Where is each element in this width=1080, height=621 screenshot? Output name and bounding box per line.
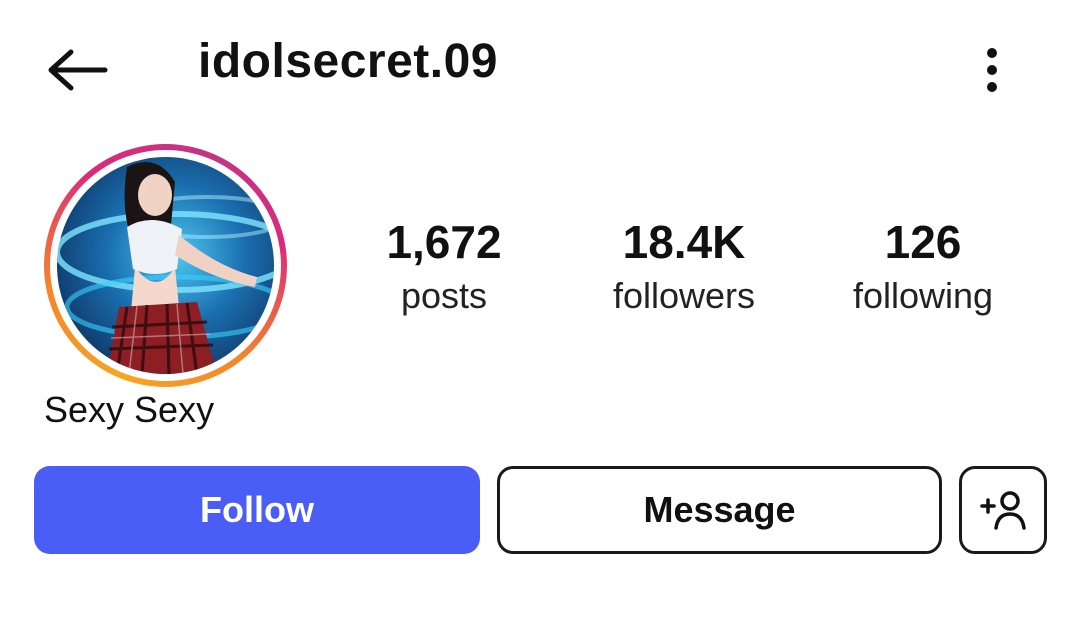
follow-button[interactable]: Follow — [34, 466, 480, 554]
page-title: idolsecret.09 — [198, 35, 498, 88]
story-ring[interactable] — [44, 144, 287, 387]
posts-label: posts — [400, 275, 488, 316]
arrow-left-icon — [48, 49, 108, 91]
avatar — [57, 157, 274, 374]
followers-label: followers — [612, 275, 756, 316]
display-name: Sexy Sexy — [44, 389, 215, 430]
followers-stat[interactable]: 18.4K followers — [574, 214, 794, 322]
following-stat[interactable]: 126 following — [813, 214, 1033, 322]
add-person-icon — [980, 491, 1026, 530]
suggested-users-button[interactable] — [959, 466, 1047, 554]
more-options-button[interactable] — [970, 40, 1014, 100]
avatar-ring-gap — [50, 150, 281, 381]
message-button[interactable]: Message — [497, 466, 942, 554]
following-label: following — [852, 275, 994, 316]
followers-count: 18.4K — [622, 216, 746, 268]
vertical-dots-icon — [987, 48, 997, 92]
following-count: 126 — [884, 216, 962, 268]
posts-stat[interactable]: 1,672 posts — [334, 214, 554, 322]
back-button[interactable] — [40, 40, 114, 100]
posts-count: 1,672 — [386, 216, 502, 268]
